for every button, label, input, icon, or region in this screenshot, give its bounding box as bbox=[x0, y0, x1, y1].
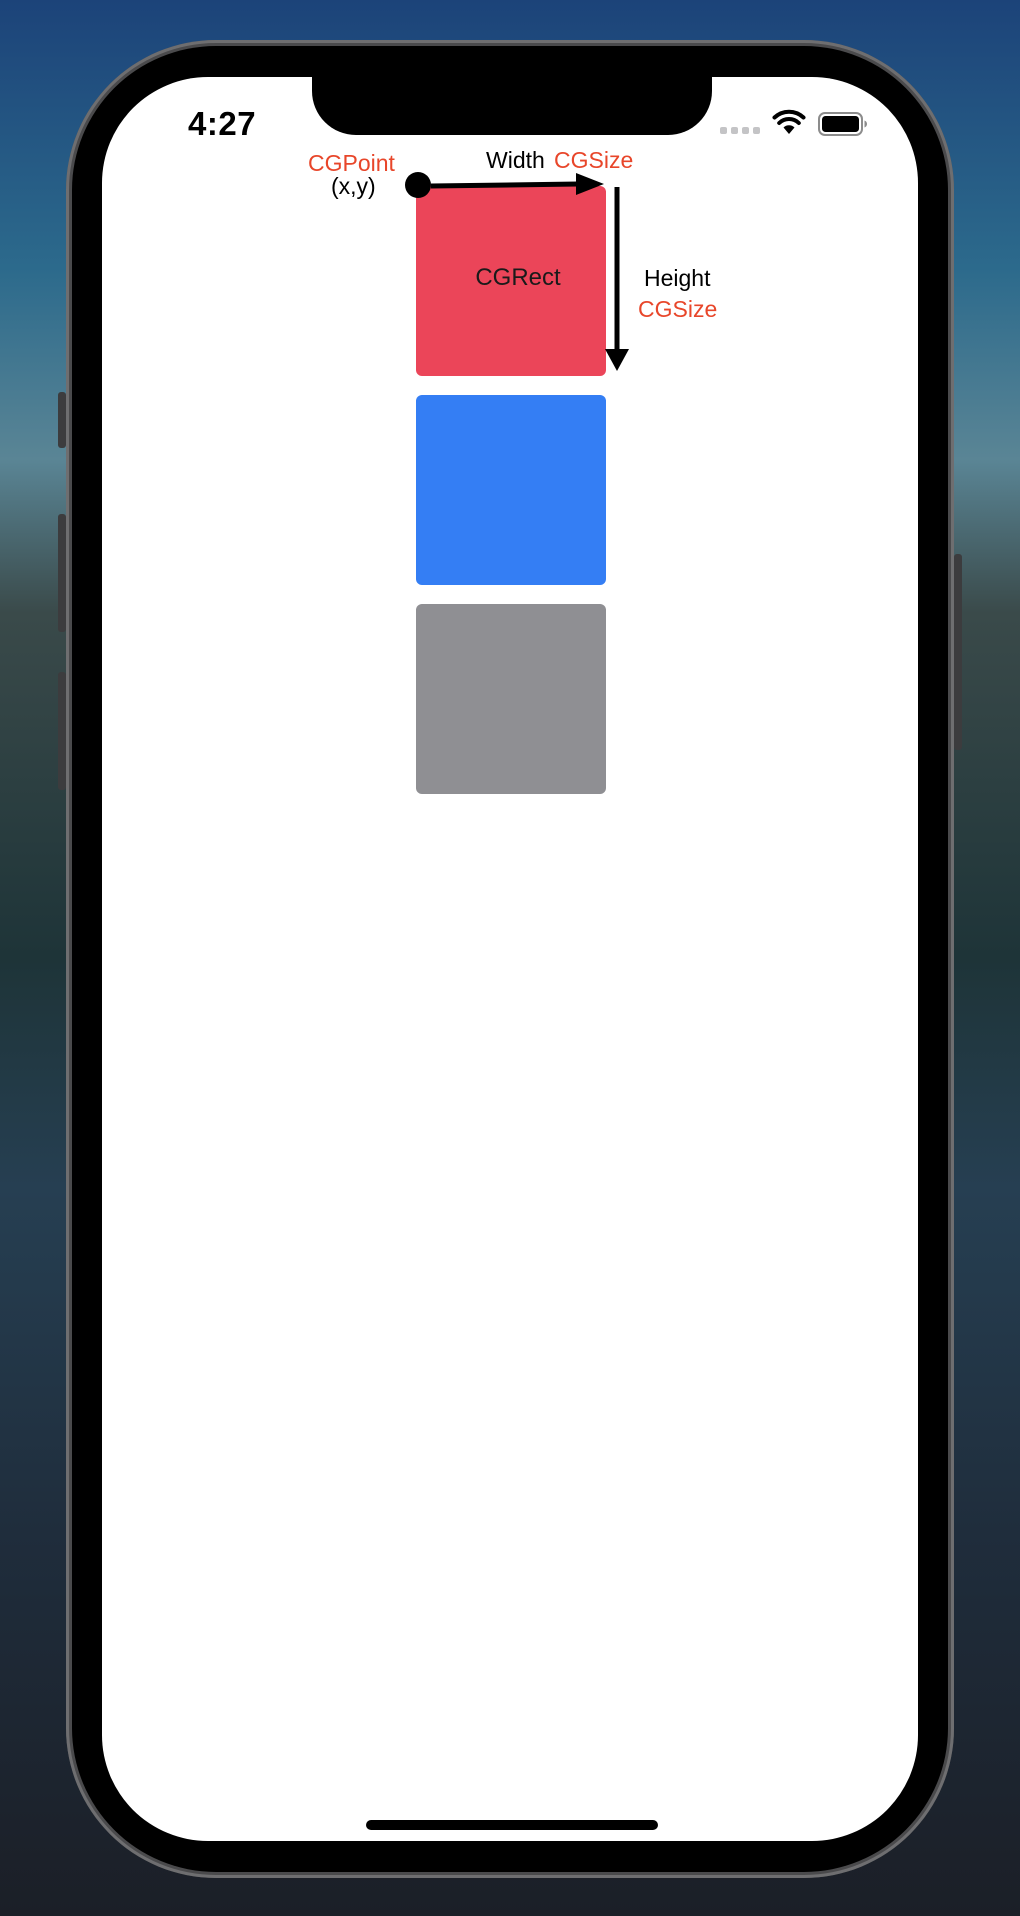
width-arrow-line bbox=[430, 181, 579, 189]
volume-up-button bbox=[58, 514, 66, 632]
origin-point-dot bbox=[405, 172, 431, 198]
width-arrowhead bbox=[576, 173, 604, 195]
gray-square bbox=[416, 604, 606, 794]
power-button bbox=[954, 554, 962, 750]
home-indicator[interactable] bbox=[366, 1820, 658, 1830]
app-screen: 4:27 CGRect CGPoint (x,y) Width CGSize H… bbox=[102, 77, 918, 1841]
diagram-arrows bbox=[405, 172, 629, 371]
volume-down-button bbox=[58, 672, 66, 790]
mute-switch bbox=[58, 392, 66, 448]
height-arrowhead bbox=[605, 349, 629, 371]
